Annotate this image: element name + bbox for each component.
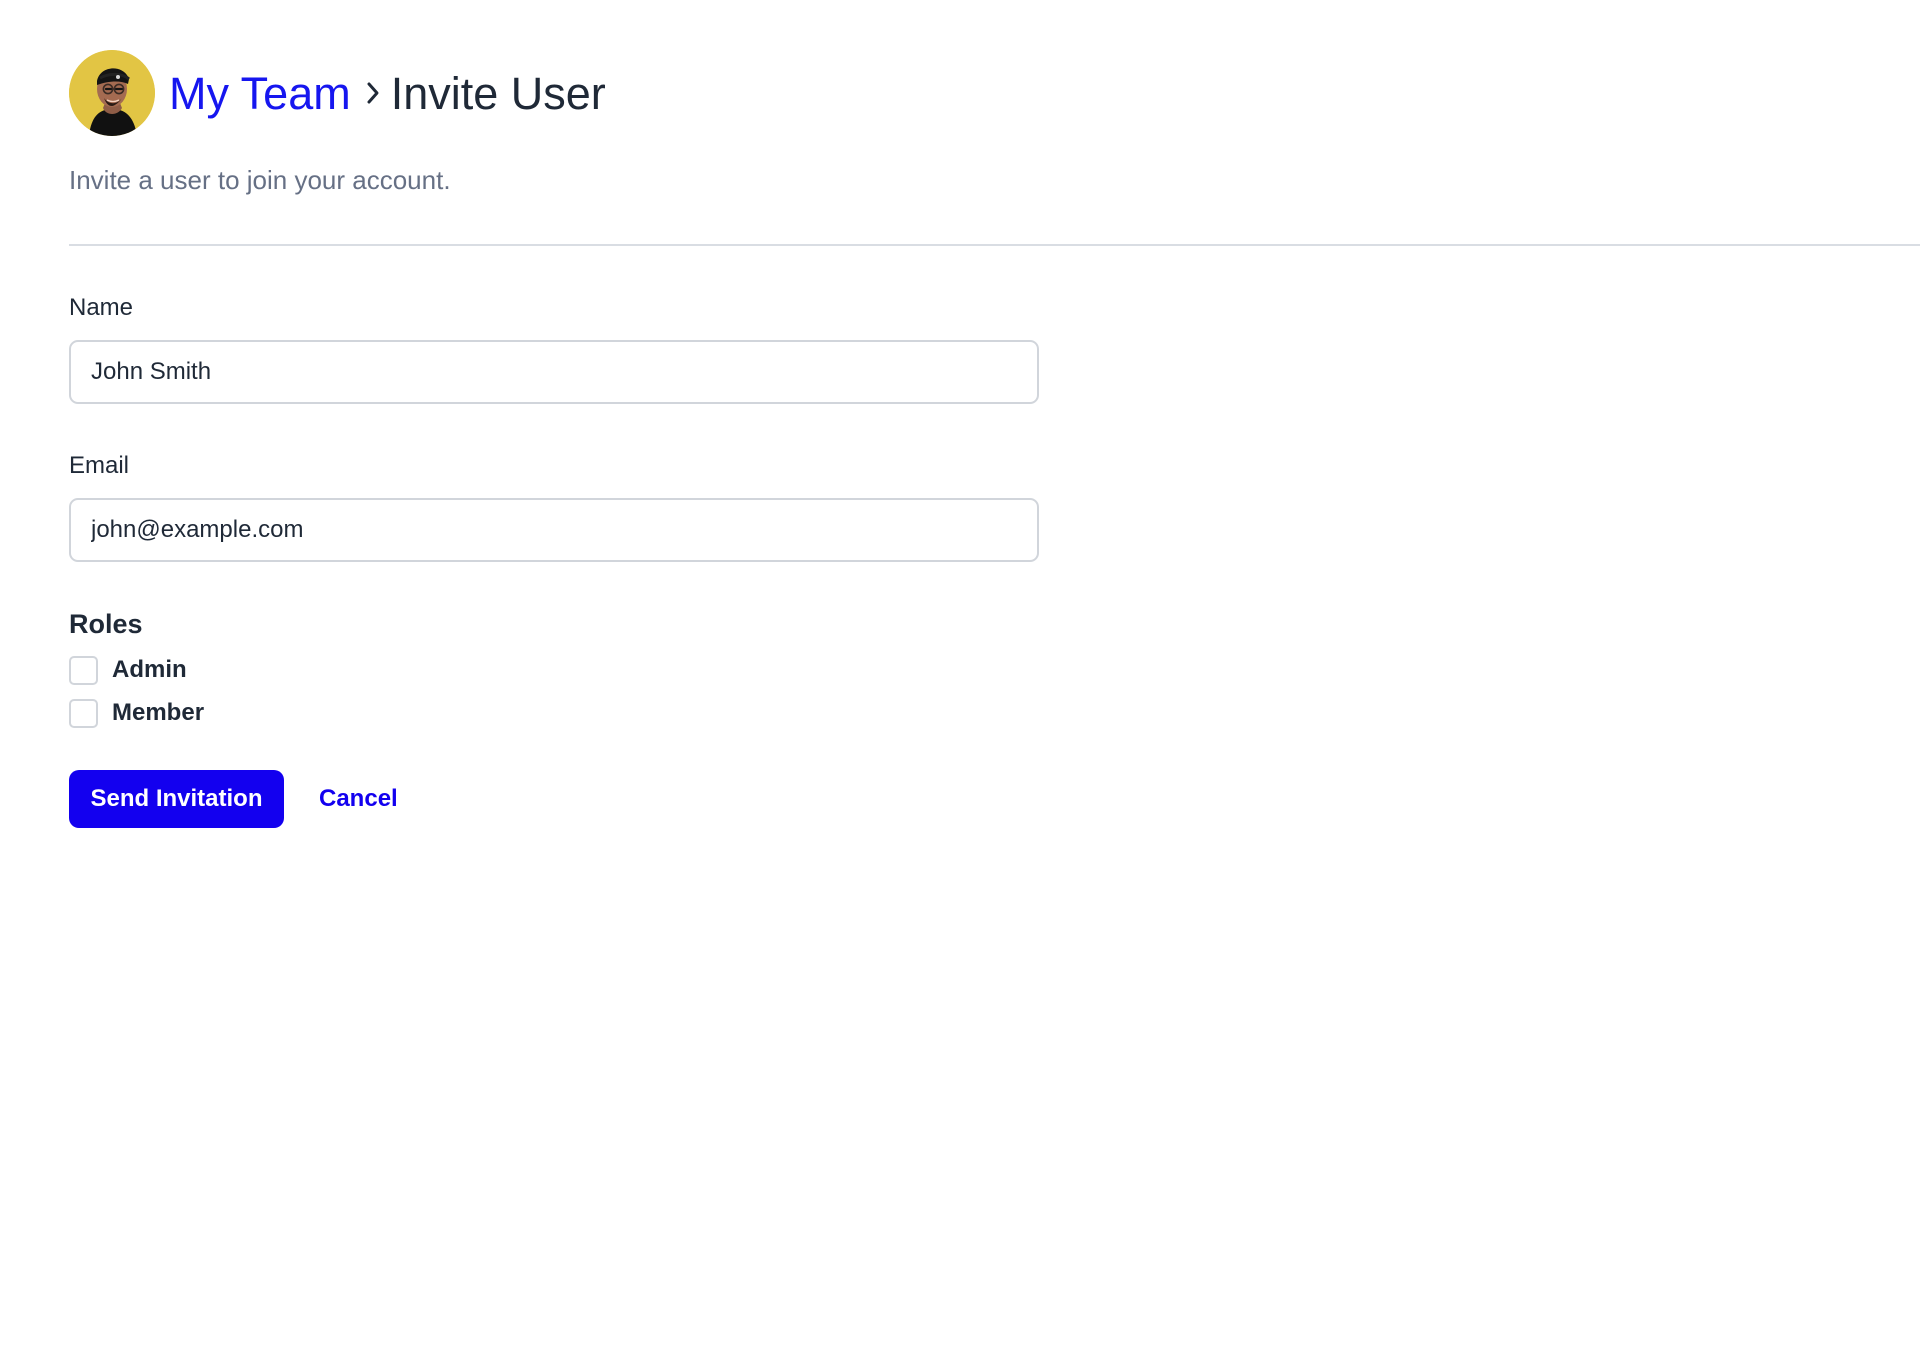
breadcrumb-my-team-link[interactable]: My Team bbox=[169, 71, 351, 116]
breadcrumb: My Team Invite User bbox=[169, 50, 606, 136]
page-header: My Team Invite User bbox=[69, 50, 606, 136]
page-title: Invite User bbox=[390, 67, 606, 119]
role-option-member[interactable]: Member bbox=[69, 698, 204, 728]
invite-user-page: My Team Invite User Invite a user to joi… bbox=[0, 0, 1920, 1365]
email-input[interactable] bbox=[69, 498, 1039, 562]
member-checkbox-label: Member bbox=[112, 699, 205, 726]
member-checkbox[interactable] bbox=[69, 698, 98, 728]
email-field-label: Email bbox=[69, 452, 130, 479]
roles-title: Roles bbox=[69, 609, 143, 639]
send-invitation-button[interactable]: Send Invitation bbox=[69, 770, 284, 828]
cancel-button[interactable]: Cancel bbox=[319, 783, 398, 815]
chevron-right-icon bbox=[357, 50, 389, 136]
role-option-admin[interactable]: Admin bbox=[69, 655, 187, 685]
admin-checkbox[interactable] bbox=[69, 655, 98, 685]
name-field-label: Name bbox=[69, 294, 134, 321]
section-divider bbox=[69, 244, 1920, 246]
user-avatar bbox=[69, 50, 155, 136]
name-input[interactable] bbox=[69, 340, 1039, 404]
page-subtitle: Invite a user to join your account. bbox=[69, 165, 451, 195]
user-avatar-icon bbox=[69, 50, 155, 136]
admin-checkbox-label: Admin bbox=[112, 656, 187, 683]
